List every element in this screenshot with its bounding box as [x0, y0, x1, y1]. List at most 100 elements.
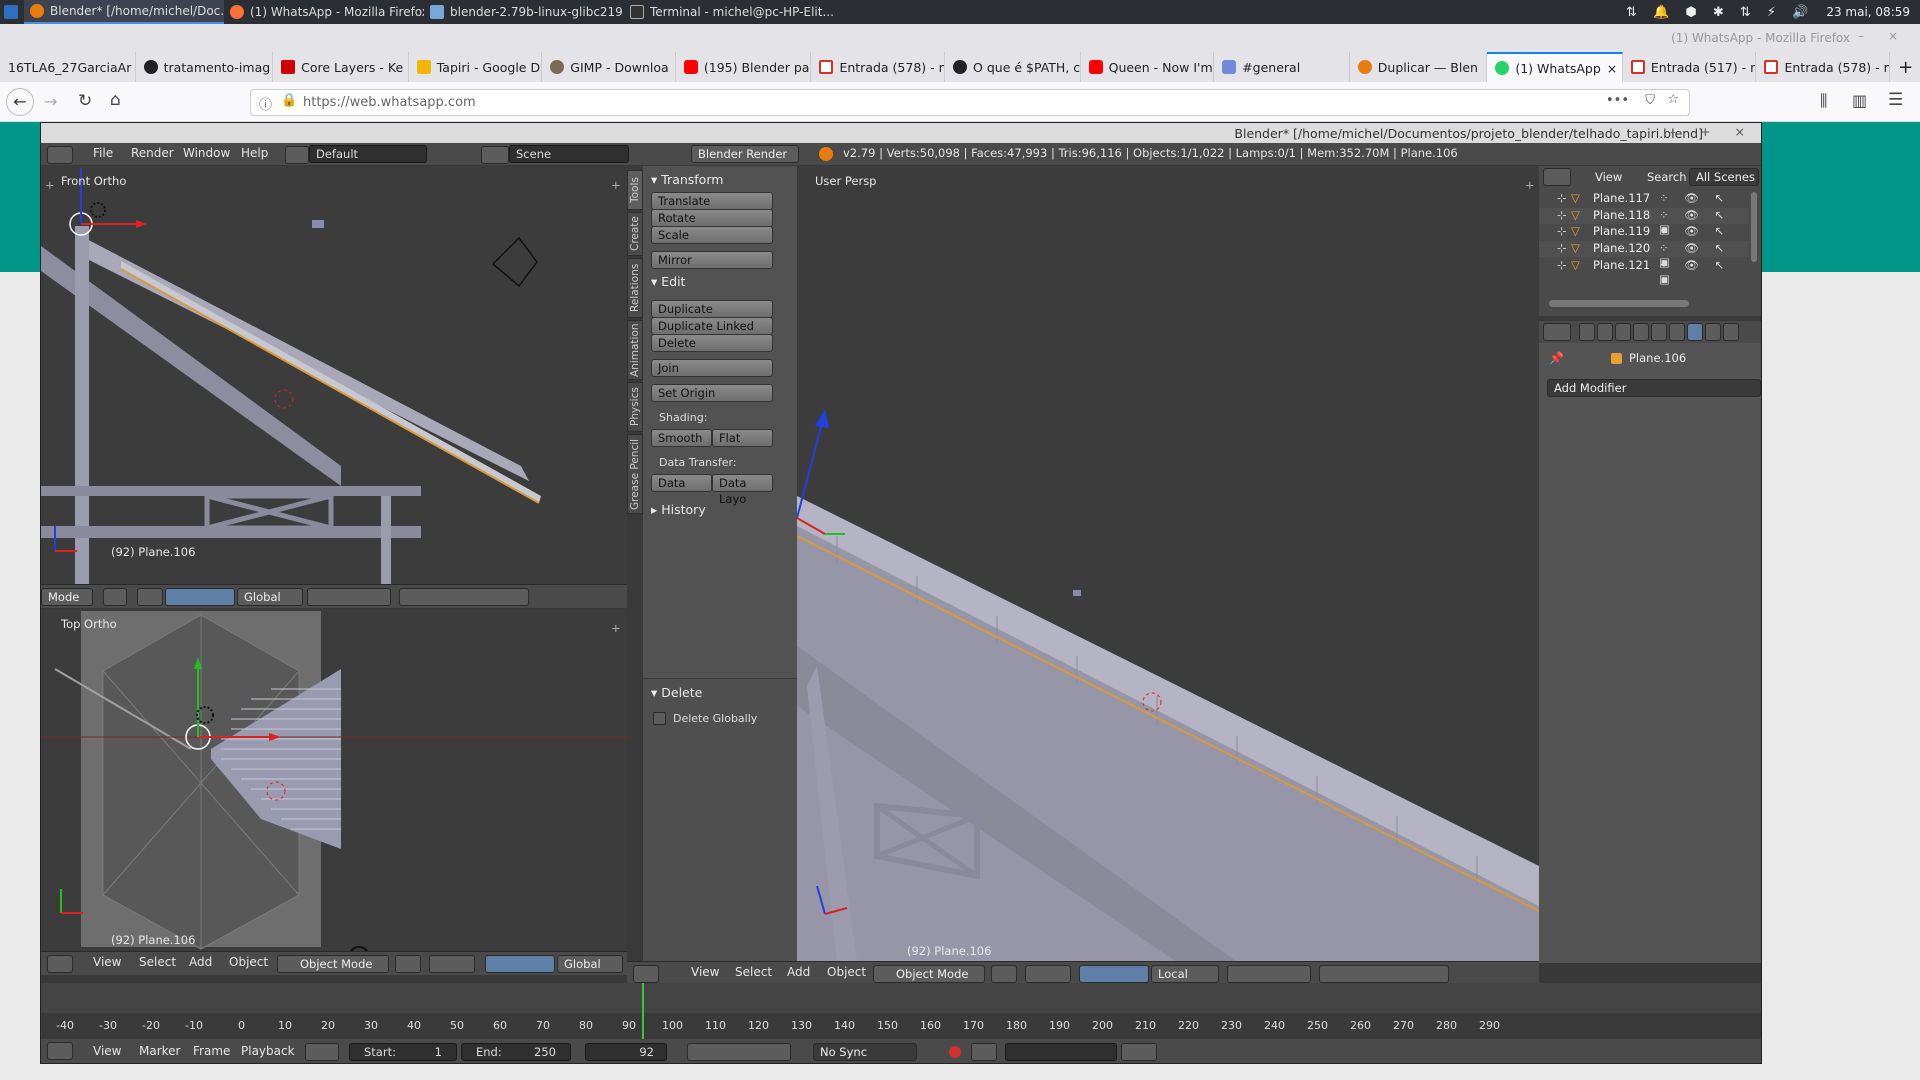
scene-icon[interactable]	[481, 146, 509, 164]
tab-create[interactable]: Create	[627, 212, 643, 256]
tab[interactable]: 16TLA6_27GarciaAr	[0, 52, 136, 82]
manipulator-button[interactable]	[485, 955, 555, 973]
pocket-icon[interactable]: ⛉	[1645, 93, 1655, 108]
outliner-editor-icon[interactable]	[1543, 168, 1571, 186]
add-modifier-select[interactable]: Add Modifier	[1547, 379, 1761, 397]
shading-button[interactable]	[103, 588, 127, 606]
layers-grid[interactable]	[307, 588, 391, 606]
shading-button[interactable]	[991, 965, 1017, 983]
window-controls[interactable]: – ×	[1858, 29, 1908, 43]
playhead[interactable]	[642, 983, 644, 1039]
task-firefox[interactable]: (1) WhatsApp - Mozilla Firefox	[224, 0, 424, 24]
snap-buttons[interactable]	[1319, 965, 1449, 983]
world-tab-icon[interactable]	[1633, 323, 1649, 341]
orientation-select[interactable]: Global	[237, 588, 303, 606]
set-origin-select[interactable]: Set Origin	[651, 384, 773, 402]
translate-button[interactable]: Translate	[651, 192, 773, 210]
menu-icon[interactable]: ☰	[1888, 90, 1903, 110]
outliner-item[interactable]: ⊹ ▽ Plane.120 ⁘ 👁 ↖ ▣	[1539, 241, 1749, 269]
menu-frame[interactable]: Frame	[193, 1044, 230, 1058]
data-button[interactable]: Data	[651, 474, 712, 492]
smooth-button[interactable]: Smooth	[651, 429, 712, 447]
keying-set-field[interactable]	[1005, 1043, 1117, 1061]
page-actions-icon[interactable]: •••	[1606, 93, 1629, 108]
visibility-icons[interactable]: ⁘ 👁 ↖ ▣	[1659, 258, 1749, 286]
tab[interactable]: Queen - Now I'm	[1081, 52, 1215, 82]
outliner-item[interactable]: ⊹ ▽ Plane.118 ⁘ 👁 ↖ ▣	[1539, 208, 1749, 236]
preview-range-button[interactable]	[305, 1043, 339, 1061]
info-editor-icon[interactable]	[47, 146, 73, 164]
task-folder[interactable]: blender-2.79b-linux-glibc219...	[424, 0, 624, 24]
menu-playback[interactable]: Playback	[241, 1044, 295, 1058]
menu-object[interactable]: Object	[229, 955, 268, 969]
menu-window[interactable]: Window	[183, 146, 230, 160]
duplicate-linked-button[interactable]: Duplicate Linked	[651, 317, 773, 335]
duplicate-button[interactable]: Duplicate	[651, 300, 773, 318]
outliner-scrollbar[interactable]	[1549, 300, 1689, 307]
tab-animation[interactable]: Animation	[627, 320, 643, 380]
layout-field[interactable]: Default	[309, 145, 427, 163]
clock[interactable]: 23 mai, 08:59	[1826, 5, 1910, 19]
constraints-tab-icon[interactable]	[1669, 323, 1685, 341]
viewport-plus-icon[interactable]: +	[45, 178, 55, 192]
bookmark-star-icon[interactable]: ☆	[1667, 92, 1679, 107]
current-frame-field[interactable]: 92	[585, 1043, 667, 1061]
outliner-vscrollbar[interactable]	[1751, 192, 1757, 262]
home-icon[interactable]: ⌂	[110, 90, 121, 110]
pivot-button[interactable]	[1025, 965, 1071, 983]
mode-select[interactable]: Object Mode	[277, 955, 389, 973]
tab[interactable]: O que é $PATH, c	[945, 52, 1081, 82]
viewport-plus-icon[interactable]: +	[611, 621, 621, 635]
menu-add[interactable]: Add	[787, 965, 810, 979]
sidebar-icon[interactable]: ▥	[1852, 91, 1867, 110]
menu-file[interactable]: File	[93, 146, 113, 160]
tab-grease-pencil[interactable]: Grease Pencil	[627, 434, 643, 514]
close-icon[interactable]: ×	[1607, 61, 1617, 76]
modifiers-tab-icon[interactable]	[1687, 323, 1703, 341]
menu-marker[interactable]: Marker	[139, 1044, 180, 1058]
tray-icons[interactable]: ⇅ 🔔 ⬢ ✱ ⇅ ⚡ 🔊	[1626, 5, 1814, 20]
tab-tools[interactable]: Tools	[627, 170, 643, 210]
orientation-select[interactable]: Global	[557, 955, 623, 973]
scene-tab-icon[interactable]	[1615, 323, 1631, 341]
task-terminal[interactable]: Terminal - michel@pc-HP-Elit...	[624, 0, 834, 24]
object-tab-icon[interactable]	[1651, 323, 1667, 341]
tab[interactable]: Duplicar — Blen	[1350, 52, 1488, 82]
data-layout-button[interactable]: Data Layo	[712, 474, 773, 506]
render-tab-icon[interactable]	[1579, 323, 1595, 341]
snap-buttons[interactable]	[399, 588, 529, 606]
mode-select[interactable]: Mode	[41, 588, 93, 606]
orientation-select[interactable]: Local	[1151, 965, 1219, 983]
timeline[interactable]: -40 -30 -20 -10 0 10 20 30 40 50 60 70 8…	[41, 983, 1761, 1039]
expand-icon[interactable]: ⊹	[1557, 191, 1567, 205]
end-frame-field[interactable]: End: 250	[461, 1043, 571, 1061]
editor-type-button[interactable]	[47, 955, 73, 973]
rotate-button[interactable]: Rotate	[651, 209, 773, 227]
tab[interactable]: Tapiri - Google D	[409, 52, 543, 82]
tab[interactable]: (195) Blender pa	[676, 52, 812, 82]
edit-panel-title[interactable]: ▾ Edit	[651, 274, 685, 289]
expand-icon[interactable]: ⊹	[1557, 258, 1567, 272]
keying-buttons[interactable]	[971, 1043, 997, 1061]
manipulator-button[interactable]	[165, 588, 235, 606]
forward-icon[interactable]: →	[44, 92, 57, 111]
menu-object[interactable]: Object	[827, 965, 866, 979]
mirror-button[interactable]: Mirror	[651, 251, 773, 269]
mode-select[interactable]: Object Mode	[873, 965, 985, 983]
sync-select[interactable]: No Sync	[813, 1043, 917, 1061]
editor-type-button[interactable]	[633, 965, 659, 983]
library-icon[interactable]: ⫼	[1820, 91, 1827, 111]
start-frame-field[interactable]: Start: 1	[349, 1043, 457, 1061]
outliner-menu-search[interactable]: Search	[1647, 170, 1687, 184]
editor-type-button[interactable]	[47, 1042, 73, 1060]
menu-help[interactable]: Help	[241, 146, 268, 160]
key-insert-button[interactable]	[1121, 1043, 1157, 1061]
new-tab-button[interactable]: +	[1890, 52, 1920, 82]
menu-render[interactable]: Render	[131, 146, 174, 160]
outliner-item[interactable]: ⊹▽Plane.119⁘ 👁 ↖ ▣	[1539, 224, 1749, 252]
delete-globally-checkbox[interactable]	[653, 712, 666, 725]
delete-button[interactable]: Delete	[651, 334, 773, 352]
tab-relations[interactable]: Relations	[627, 258, 643, 318]
tab-physics[interactable]: Physics	[627, 382, 643, 432]
viewport-top-ortho[interactable]: Top Ortho (92) Plane.106 +	[41, 609, 627, 961]
